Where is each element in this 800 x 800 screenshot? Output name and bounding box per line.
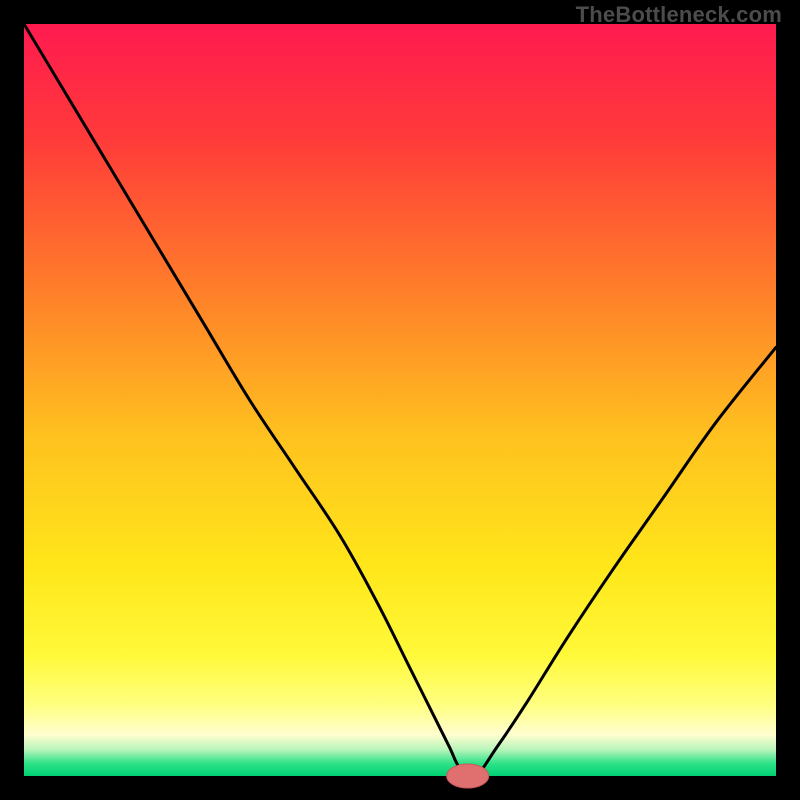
watermark-text: TheBottleneck.com xyxy=(576,2,782,28)
optimal-marker xyxy=(447,764,489,788)
chart-frame: TheBottleneck.com xyxy=(0,0,800,800)
bottleneck-chart xyxy=(0,0,800,800)
plot-background xyxy=(24,24,776,776)
